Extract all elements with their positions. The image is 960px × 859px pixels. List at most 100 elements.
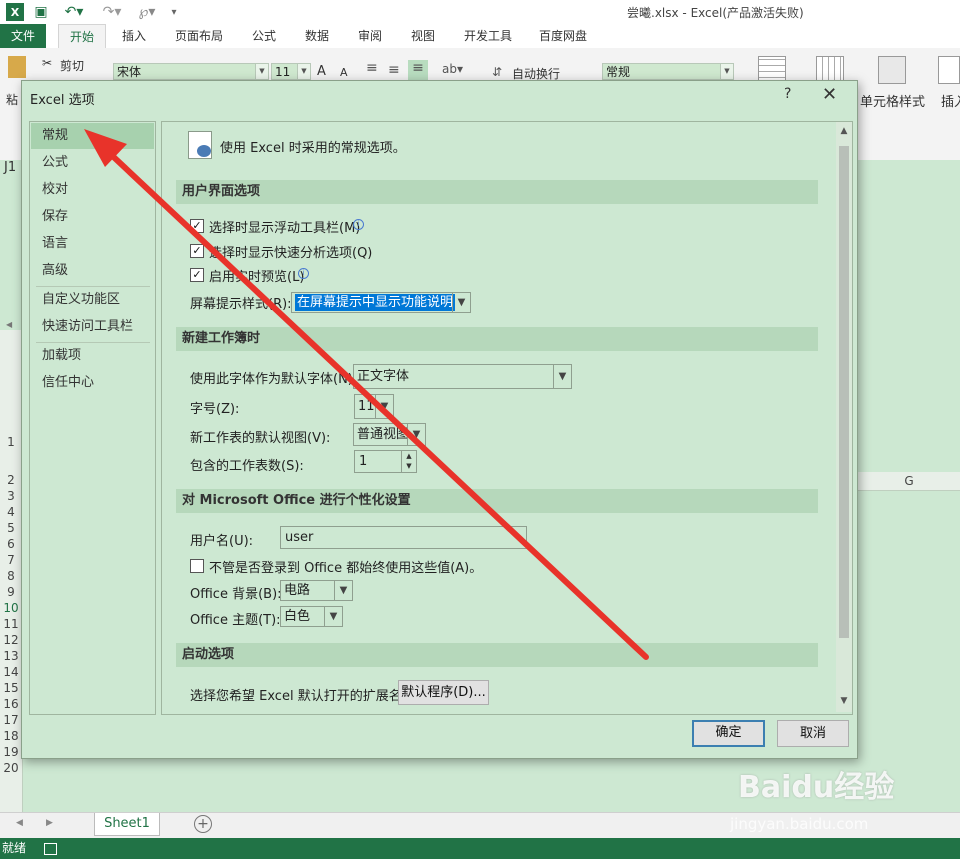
sheet-tab-sheet1[interactable]: Sheet1: [94, 813, 160, 836]
screentip-style-select[interactable]: 在屏幕提示中显示功能说明 ▼: [291, 292, 471, 313]
save-icon[interactable]: ▣: [32, 3, 50, 21]
format-painter-icon[interactable]: ℘▾: [134, 3, 160, 21]
nav-item-customize-ribbon[interactable]: 自定义功能区: [31, 287, 154, 313]
row-number-selected[interactable]: 10: [0, 601, 22, 615]
live-preview-label[interactable]: 启用实时预览(L): [209, 266, 304, 285]
nav-item-general[interactable]: 常规: [31, 123, 154, 149]
scrollbar-thumb[interactable]: [839, 146, 849, 638]
cancel-button[interactable]: 取消: [777, 720, 849, 747]
cell-styles-icon[interactable]: [878, 56, 906, 84]
row-number[interactable]: 15: [0, 681, 22, 695]
row-number[interactable]: 18: [0, 729, 22, 743]
always-use-values-label[interactable]: 不管是否登录到 Office 都始终使用这些值(A)。: [209, 557, 482, 576]
align-middle-icon[interactable]: ≡: [388, 62, 400, 78]
default-extensions-label: 选择您希望 Excel 默认打开的扩展名:: [190, 689, 407, 704]
default-programs-button[interactable]: 默认程序(D)...: [398, 680, 489, 705]
scroll-down-icon[interactable]: ▼: [836, 696, 852, 710]
row-number[interactable]: 20: [0, 761, 22, 775]
tab-home[interactable]: 开始: [58, 24, 106, 48]
row-number[interactable]: 5: [0, 521, 22, 535]
spinner-arrows[interactable]: ▲ ▼: [401, 451, 416, 472]
cell-styles-label[interactable]: 单元格样式: [860, 91, 925, 110]
paste-icon[interactable]: [8, 56, 26, 78]
row-number[interactable]: 4: [0, 505, 22, 519]
always-use-values-checkbox[interactable]: [190, 559, 204, 573]
row-number[interactable]: 2: [0, 473, 22, 487]
row-number[interactable]: 14: [0, 665, 22, 679]
font-size-select[interactable]: 11 ▼: [354, 394, 394, 419]
add-sheet-button[interactable]: +: [194, 815, 212, 833]
row-number[interactable]: 3: [0, 489, 22, 503]
sheet-count-spinner[interactable]: 1 ▲ ▼: [354, 450, 417, 473]
close-button[interactable]: ✕: [822, 84, 837, 105]
nav-item-trust-center[interactable]: 信任中心: [31, 370, 154, 396]
tab-review[interactable]: 审阅: [348, 24, 392, 48]
orientation-icon[interactable]: ab▾: [442, 62, 463, 76]
nav-item-advanced[interactable]: 高级: [31, 258, 154, 284]
insert-cells-icon[interactable]: [938, 56, 960, 84]
mini-toolbar-checkbox[interactable]: ✓: [190, 219, 204, 233]
font-size-combo[interactable]: 11 ▼: [271, 63, 311, 80]
spin-down-icon[interactable]: ▼: [402, 461, 416, 471]
spin-up-icon[interactable]: ▲: [402, 451, 416, 461]
tab-view[interactable]: 视图: [401, 24, 445, 48]
redo-icon[interactable]: ↷▾: [98, 3, 126, 21]
row-number[interactable]: 13: [0, 649, 22, 663]
nav-item-add-ins[interactable]: 加载项: [31, 343, 154, 369]
quick-analysis-label[interactable]: 选择时显示快速分析选项(Q): [209, 242, 372, 261]
row-number[interactable]: 8: [0, 569, 22, 583]
nav-item-language[interactable]: 语言: [31, 231, 154, 257]
insert-cells-label[interactable]: 插入: [941, 91, 960, 110]
wrap-text-icon[interactable]: ⇵: [492, 65, 502, 79]
username-input[interactable]: user: [280, 526, 527, 549]
row-number[interactable]: 16: [0, 697, 22, 711]
shrink-font-button[interactable]: A: [340, 66, 348, 79]
scroll-left-icon[interactable]: ◀: [6, 320, 12, 329]
quick-analysis-checkbox[interactable]: ✓: [190, 244, 204, 258]
paste-label[interactable]: 粘: [6, 91, 18, 108]
font-name-combo[interactable]: 宋体 ▼: [113, 63, 269, 80]
name-box[interactable]: J1: [4, 160, 16, 175]
ok-button[interactable]: 确定: [692, 720, 765, 747]
office-theme-select[interactable]: 白色 ▼: [280, 606, 343, 627]
customize-qat-icon[interactable]: ▾: [168, 3, 180, 21]
nav-item-proofing[interactable]: 校对: [31, 177, 154, 203]
row-number[interactable]: 12: [0, 633, 22, 647]
options-scrollbar[interactable]: ▲ ▼: [836, 122, 852, 712]
number-format-combo[interactable]: 常规 ▼: [602, 63, 734, 80]
row-number[interactable]: 6: [0, 537, 22, 551]
row-number[interactable]: 1: [0, 435, 22, 449]
help-button[interactable]: ?: [784, 86, 791, 102]
live-preview-checkbox[interactable]: ✓: [190, 268, 204, 282]
tab-baidu-netdisk[interactable]: 百度网盘: [530, 24, 596, 48]
row-number[interactable]: 17: [0, 713, 22, 727]
nav-item-save[interactable]: 保存: [31, 204, 154, 230]
tab-developer[interactable]: 开发工具: [455, 24, 521, 48]
row-number[interactable]: 9: [0, 585, 22, 599]
macro-record-icon[interactable]: [44, 843, 57, 855]
next-sheet-icon[interactable]: ▶: [46, 818, 53, 828]
undo-icon[interactable]: ↶▾: [60, 3, 88, 21]
grow-font-button[interactable]: A: [317, 64, 326, 79]
tab-insert[interactable]: 插入: [112, 24, 156, 48]
row-number[interactable]: 19: [0, 745, 22, 759]
default-view-select[interactable]: 普通视图 ▼: [353, 423, 426, 446]
mini-toolbar-label[interactable]: 选择时显示浮动工具栏(M): [209, 217, 360, 236]
nav-item-quick-access-toolbar[interactable]: 快速访问工具栏: [31, 314, 154, 340]
align-bottom-icon[interactable]: ≡: [408, 60, 428, 82]
align-top-icon[interactable]: ≡: [366, 60, 378, 76]
scroll-up-icon[interactable]: ▲: [836, 126, 852, 140]
tab-formulas[interactable]: 公式: [242, 24, 286, 48]
column-header-g[interactable]: G: [858, 472, 960, 491]
office-background-select[interactable]: 电路 ▼: [280, 580, 353, 601]
nav-item-formulas[interactable]: 公式: [31, 150, 154, 176]
tab-page-layout[interactable]: 页面布局: [166, 24, 232, 48]
row-number[interactable]: 11: [0, 617, 22, 631]
cut-icon[interactable]: ✂: [42, 56, 52, 70]
row-number[interactable]: 7: [0, 553, 22, 567]
default-font-select[interactable]: 正文字体 ▼: [353, 364, 572, 389]
prev-sheet-icon[interactable]: ◀: [16, 818, 23, 828]
tab-data[interactable]: 数据: [295, 24, 339, 48]
tab-file[interactable]: 文件: [0, 24, 46, 48]
cut-label[interactable]: 剪切: [60, 57, 84, 74]
